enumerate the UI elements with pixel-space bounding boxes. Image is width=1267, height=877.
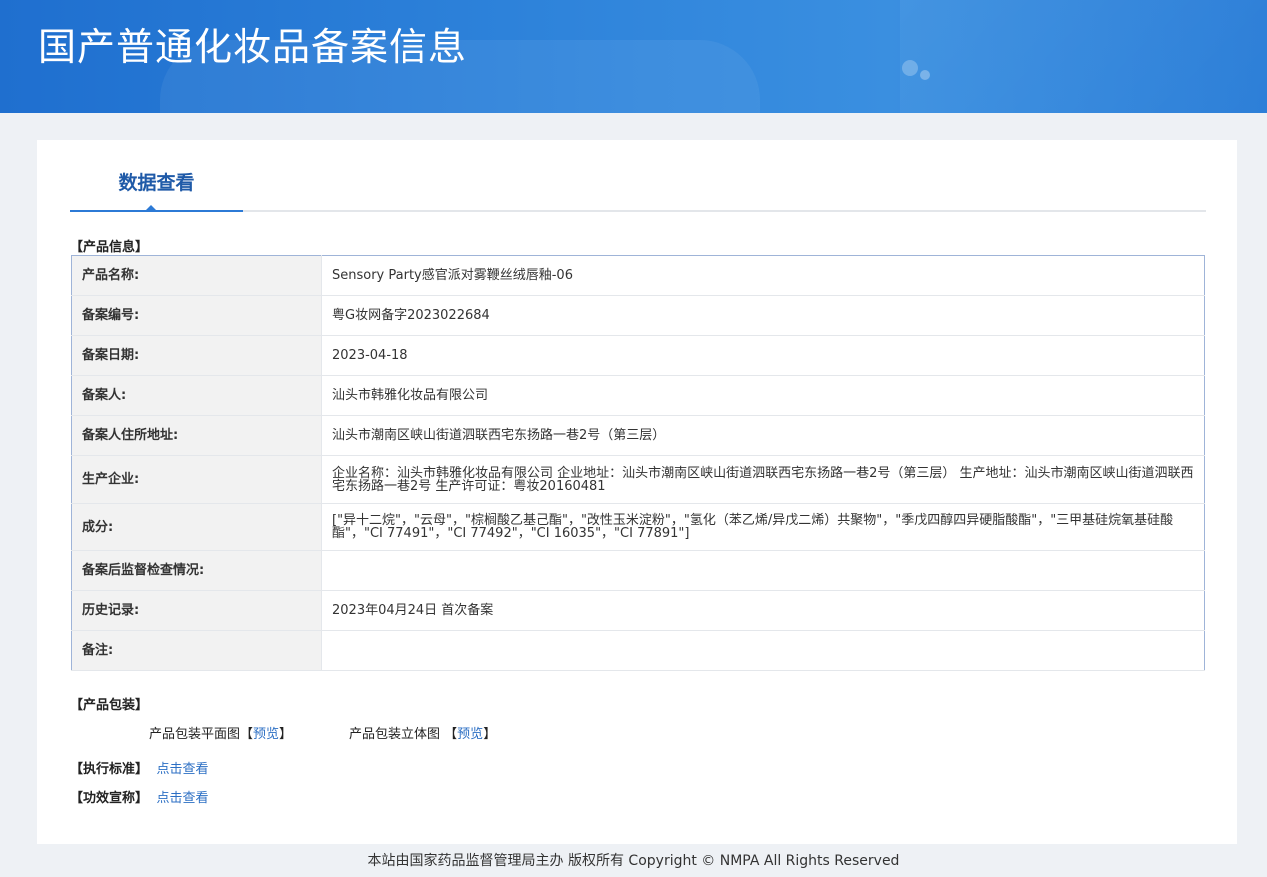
efficacy-heading: 【功效宣称】 点击查看	[70, 787, 209, 806]
header-dot	[902, 60, 918, 76]
row-value-post-inspection	[321, 550, 1205, 591]
page-title: 国产普通化妆品备案信息	[38, 25, 468, 69]
row-value-product-name: Sensory Party感官派对雾鞭丝绒唇釉-06	[321, 255, 1205, 296]
table-row: 备案日期: 2023-04-18	[71, 335, 1205, 376]
row-key-record-number: 备案编号:	[71, 295, 322, 336]
table-row: 备注:	[71, 630, 1205, 671]
header-dot	[920, 70, 930, 80]
row-key-post-inspection: 备案后监督检查情况:	[71, 550, 322, 591]
content-panel: 数据查看 【产品信息】 产品名称: Sensory Party感官派对雾鞭丝绒唇…	[37, 140, 1237, 844]
bracket-open: 【	[444, 727, 458, 742]
packaging-solid-label: 产品包装立体图	[349, 727, 441, 742]
row-value-record-number: 粤G妆网备字2023022684	[321, 295, 1205, 336]
page-footer: 本站由国家药品监督管理局主办 版权所有 Copyright © NMPA All…	[367, 853, 900, 869]
row-value-manufacturer: 企业名称：汕头市韩雅化妆品有限公司 企业地址：汕头市潮南区峡山街道泗联西宅东扬路…	[321, 455, 1205, 504]
bracket-close: 】	[279, 727, 293, 742]
table-row: 备案编号: 粤G妆网备字2023022684	[71, 295, 1205, 336]
packaging-heading: 【产品包装】	[70, 698, 149, 713]
product-info-heading: 【产品信息】	[70, 240, 149, 255]
page-header: 国产普通化妆品备案信息	[0, 0, 1267, 113]
bracket-close: 】	[483, 727, 497, 742]
table-row: 产品名称: Sensory Party感官派对雾鞭丝绒唇釉-06	[71, 255, 1205, 296]
packaging-solid-preview-link[interactable]: 预览	[457, 727, 483, 742]
row-key-product-name: 产品名称:	[71, 255, 322, 296]
header-decoration	[900, 0, 1267, 113]
row-value-registrant: 汕头市韩雅化妆品有限公司	[321, 375, 1205, 416]
table-row: 备案人住所地址: 汕头市潮南区峡山街道泗联西宅东扬路一巷2号（第三层）	[71, 415, 1205, 456]
packaging-flat-preview-link[interactable]: 预览	[253, 727, 279, 742]
table-row: 生产企业: 企业名称：汕头市韩雅化妆品有限公司 企业地址：汕头市潮南区峡山街道泗…	[71, 455, 1205, 504]
table-row: 成分: ["异十二烷"，"云母"，"棕榈酸乙基己酯"，"改性玉米淀粉"，"氢化（…	[71, 503, 1205, 551]
tab-active-caret	[144, 205, 158, 212]
row-key-registrant-address: 备案人住所地址:	[71, 415, 322, 456]
row-key-ingredients: 成分:	[71, 503, 322, 551]
row-key-registrant: 备案人:	[71, 375, 322, 416]
row-value-history: 2023年04月24日 首次备案	[321, 590, 1205, 631]
table-row: 备案后监督检查情况:	[71, 550, 1205, 591]
tab-label: 数据查看	[118, 172, 195, 194]
packaging-flat-item: 产品包装平面图【预览】	[149, 723, 292, 742]
row-key-remarks: 备注:	[71, 630, 322, 671]
packaging-flat-label: 产品包装平面图	[149, 727, 241, 742]
standard-heading: 【执行标准】 点击查看	[70, 758, 209, 777]
tab-data-view[interactable]: 数据查看	[70, 140, 243, 212]
row-key-manufacturer: 生产企业:	[71, 455, 322, 504]
product-info-table: 产品名称: Sensory Party感官派对雾鞭丝绒唇釉-06 备案编号: 粤…	[71, 255, 1205, 671]
tab-bar: 数据查看	[70, 140, 1206, 212]
bracket-open: 【	[240, 727, 254, 742]
standard-view-link[interactable]: 点击查看	[157, 762, 209, 777]
table-row: 备案人: 汕头市韩雅化妆品有限公司	[71, 375, 1205, 416]
standard-label: 【执行标准】	[70, 762, 149, 777]
efficacy-view-link[interactable]: 点击查看	[157, 791, 209, 806]
row-key-record-date: 备案日期:	[71, 335, 322, 376]
row-value-remarks	[321, 630, 1205, 671]
efficacy-label: 【功效宣称】	[70, 791, 149, 806]
row-key-history: 历史记录:	[71, 590, 322, 631]
row-value-registrant-address: 汕头市潮南区峡山街道泗联西宅东扬路一巷2号（第三层）	[321, 415, 1205, 456]
table-row: 历史记录: 2023年04月24日 首次备案	[71, 590, 1205, 631]
packaging-solid-item: 产品包装立体图 【预览】	[349, 723, 496, 742]
row-value-ingredients: ["异十二烷"，"云母"，"棕榈酸乙基己酯"，"改性玉米淀粉"，"氢化（苯乙烯/…	[321, 503, 1205, 551]
row-value-record-date: 2023-04-18	[321, 335, 1205, 376]
